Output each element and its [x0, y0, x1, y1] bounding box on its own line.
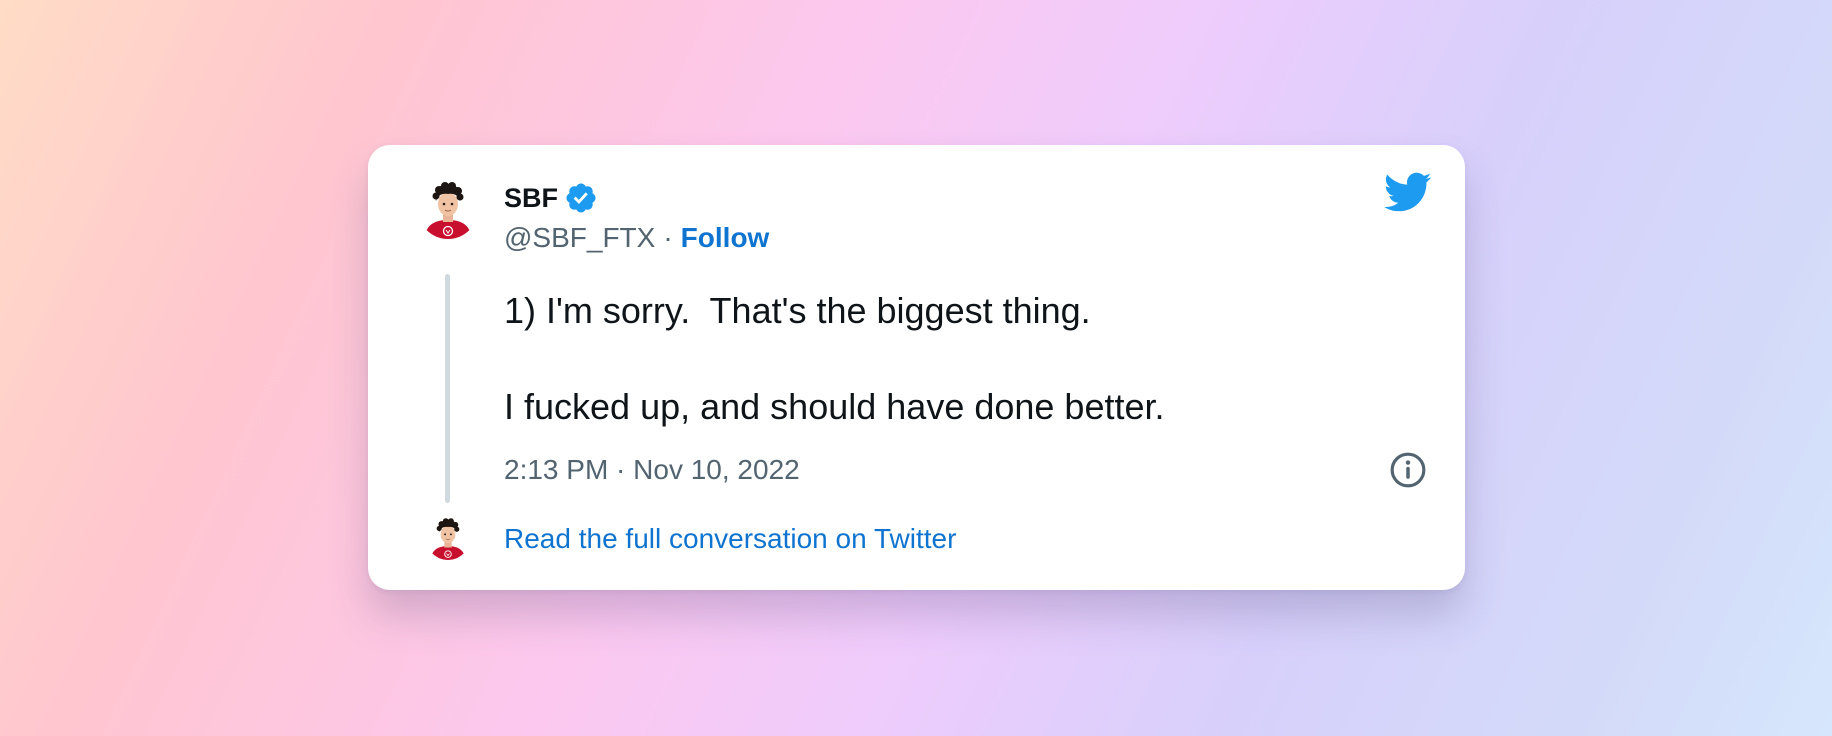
follow-button[interactable]: Follow: [681, 222, 770, 254]
verified-badge-icon: [566, 183, 596, 213]
avatar-illustration: [418, 179, 478, 239]
author-display-name[interactable]: SBF: [504, 183, 558, 214]
conversation-avatar[interactable]: [426, 516, 470, 560]
info-icon[interactable]: [1389, 451, 1427, 489]
avatar-illustration: [426, 516, 470, 560]
author-name-row: SBF: [504, 180, 598, 216]
author-handle-row: @SBF_FTX · Follow: [504, 219, 769, 257]
author-avatar[interactable]: [418, 179, 478, 239]
separator-dot: ·: [663, 222, 673, 253]
author-handle[interactable]: @SBF_FTX: [504, 222, 655, 254]
tweet-timestamp[interactable]: 2:13 PM · Nov 10, 2022: [504, 451, 800, 489]
thread-connector-line: [445, 274, 450, 503]
twitter-bird-icon[interactable]: [1382, 171, 1432, 213]
tweet-text-line: I fucked up, and should have done better…: [504, 386, 1165, 427]
tweet-text-line: 1) I'm sorry. That's the biggest thing.: [504, 290, 1091, 331]
tweet-embed-card: SBF @SBF_FTX · Follow 1) I'm sorry. That…: [368, 145, 1465, 590]
tweet-text: 1) I'm sorry. That's the biggest thing. …: [504, 287, 1384, 431]
read-full-conversation-link[interactable]: Read the full conversation on Twitter: [504, 521, 956, 557]
